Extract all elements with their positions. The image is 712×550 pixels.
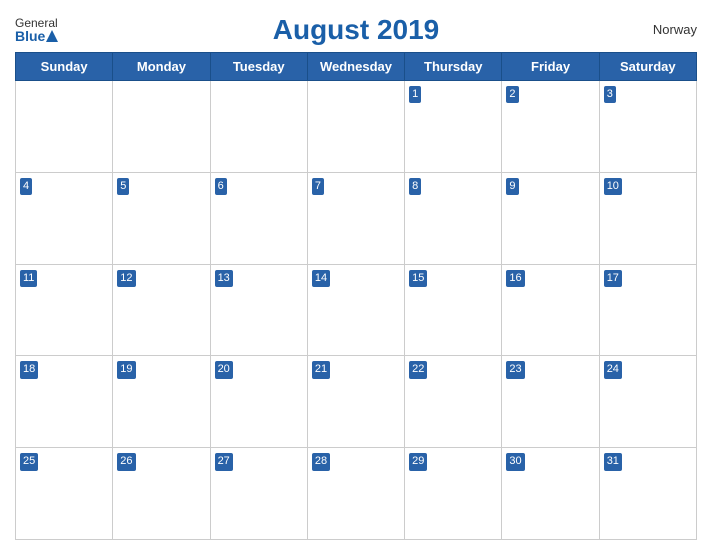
day-number: 14 — [312, 270, 330, 287]
day-number: 8 — [409, 178, 421, 195]
day-number: 27 — [215, 453, 233, 470]
day-number: 24 — [604, 361, 622, 378]
day-number: 19 — [117, 361, 135, 378]
day-number: 11 — [20, 270, 37, 287]
calendar-empty-cell — [210, 81, 307, 173]
calendar-day-3: 3 — [599, 81, 696, 173]
calendar-week-row: 1 2 3 — [16, 81, 697, 173]
calendar-day-5: 5 — [113, 172, 210, 264]
day-number: 16 — [506, 270, 524, 287]
day-number: 6 — [215, 178, 227, 195]
calendar-day-11: 11 — [16, 264, 113, 356]
calendar-day-18: 18 — [16, 356, 113, 448]
calendar-day-20: 20 — [210, 356, 307, 448]
weekday-header-tuesday: Tuesday — [210, 53, 307, 81]
calendar-day-30: 30 — [502, 448, 599, 540]
day-number: 31 — [604, 453, 622, 470]
calendar-day-24: 24 — [599, 356, 696, 448]
day-number: 2 — [506, 86, 518, 103]
day-number: 28 — [312, 453, 330, 470]
weekday-header-monday: Monday — [113, 53, 210, 81]
calendar-day-8: 8 — [405, 172, 502, 264]
calendar-day-10: 10 — [599, 172, 696, 264]
weekday-header-saturday: Saturday — [599, 53, 696, 81]
calendar-empty-cell — [16, 81, 113, 173]
calendar-day-7: 7 — [307, 172, 404, 264]
calendar-day-6: 6 — [210, 172, 307, 264]
calendar-day-27: 27 — [210, 448, 307, 540]
calendar-day-31: 31 — [599, 448, 696, 540]
calendar-week-row: 11 12 13 14 15 16 17 — [16, 264, 697, 356]
day-number: 17 — [604, 270, 622, 287]
weekday-header-sunday: Sunday — [16, 53, 113, 81]
weekday-header-friday: Friday — [502, 53, 599, 81]
calendar-empty-cell — [113, 81, 210, 173]
calendar-day-28: 28 — [307, 448, 404, 540]
calendar-day-22: 22 — [405, 356, 502, 448]
country-label: Norway — [653, 22, 697, 37]
day-number: 26 — [117, 453, 135, 470]
logo-triangle-icon — [45, 29, 59, 43]
calendar-table: SundayMondayTuesdayWednesdayThursdayFrid… — [15, 52, 697, 540]
calendar-day-21: 21 — [307, 356, 404, 448]
calendar-day-16: 16 — [502, 264, 599, 356]
month-title: August 2019 — [273, 14, 440, 46]
calendar-week-row: 18 19 20 21 22 23 24 — [16, 356, 697, 448]
calendar-day-26: 26 — [113, 448, 210, 540]
day-number: 13 — [215, 270, 233, 287]
weekday-header-row: SundayMondayTuesdayWednesdayThursdayFrid… — [16, 53, 697, 81]
calendar-day-23: 23 — [502, 356, 599, 448]
day-number: 23 — [506, 361, 524, 378]
day-number: 25 — [20, 453, 38, 470]
calendar-week-row: 4 5 6 7 8 9 10 — [16, 172, 697, 264]
day-number: 12 — [117, 270, 135, 287]
calendar-day-1: 1 — [405, 81, 502, 173]
calendar-day-4: 4 — [16, 172, 113, 264]
calendar-week-row: 25 26 27 28 29 30 31 — [16, 448, 697, 540]
logo: General Blue — [15, 17, 59, 43]
weekday-header-wednesday: Wednesday — [307, 53, 404, 81]
calendar-day-17: 17 — [599, 264, 696, 356]
day-number: 30 — [506, 453, 524, 470]
calendar-day-13: 13 — [210, 264, 307, 356]
day-number: 10 — [604, 178, 622, 195]
day-number: 4 — [20, 178, 32, 195]
weekday-header-thursday: Thursday — [405, 53, 502, 81]
calendar-day-9: 9 — [502, 172, 599, 264]
day-number: 15 — [409, 270, 427, 287]
day-number: 20 — [215, 361, 233, 378]
day-number: 1 — [409, 86, 421, 103]
calendar-empty-cell — [307, 81, 404, 173]
day-number: 29 — [409, 453, 427, 470]
day-number: 3 — [604, 86, 616, 103]
day-number: 18 — [20, 361, 38, 378]
day-number: 5 — [117, 178, 129, 195]
day-number: 7 — [312, 178, 324, 195]
calendar-day-25: 25 — [16, 448, 113, 540]
day-number: 21 — [312, 361, 330, 378]
day-number: 9 — [506, 178, 518, 195]
logo-blue-text: Blue — [15, 29, 59, 43]
calendar-day-19: 19 — [113, 356, 210, 448]
day-number: 22 — [409, 361, 427, 378]
calendar-day-2: 2 — [502, 81, 599, 173]
calendar-day-15: 15 — [405, 264, 502, 356]
calendar-day-12: 12 — [113, 264, 210, 356]
calendar-day-14: 14 — [307, 264, 404, 356]
calendar-header: General Blue August 2019 Norway — [15, 14, 697, 46]
calendar-day-29: 29 — [405, 448, 502, 540]
